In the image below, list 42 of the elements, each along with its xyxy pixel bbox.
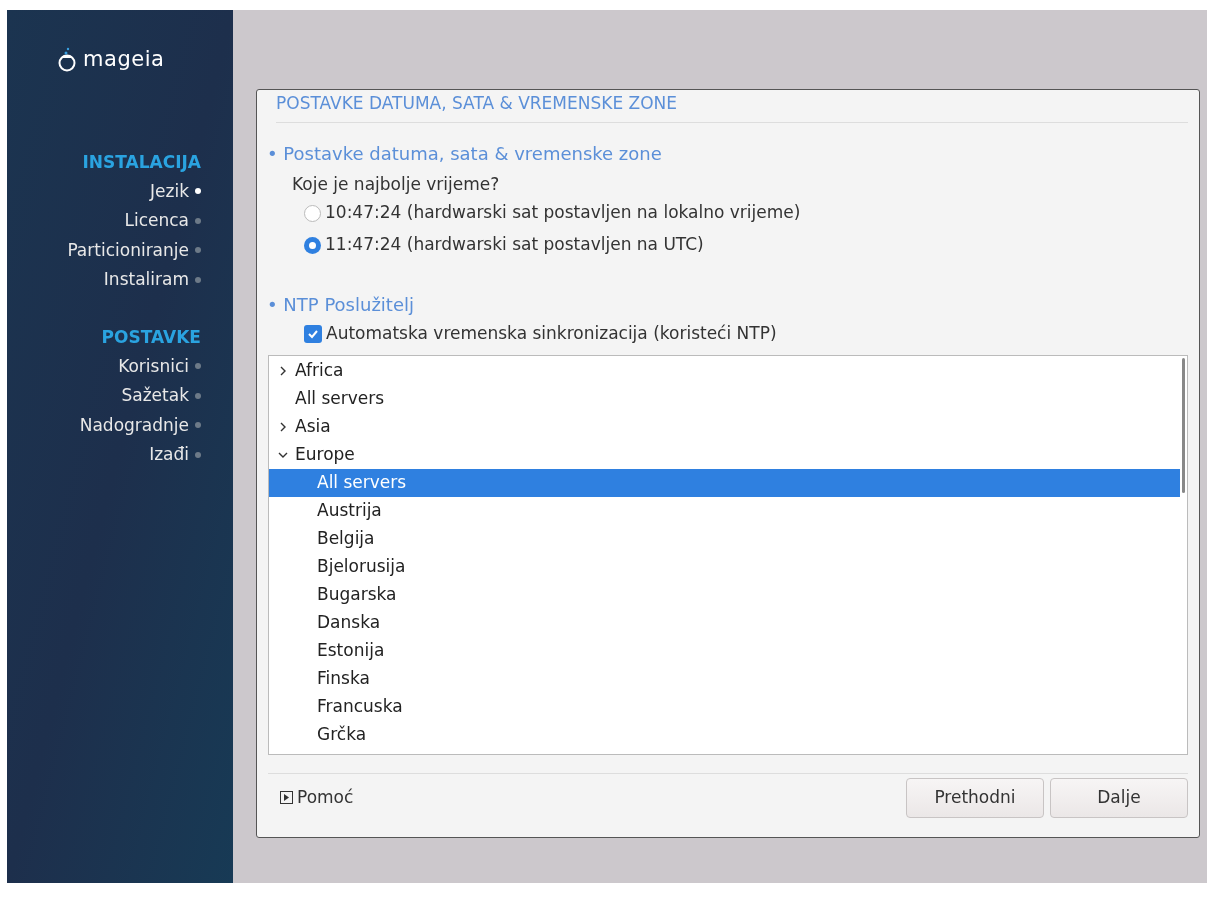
checkbox-option[interactable]: Automatska vremenska sinkronizacija (koristeći NTP) — [304, 318, 1188, 350]
sidebar-heading: INSTALACIJA — [82, 150, 201, 174]
tree-row[interactable]: Bugarska — [269, 581, 1180, 609]
radio-option[interactable]: 11:47:24 (hardwarski sat postavljen na UTC) — [304, 229, 1188, 261]
help-expander[interactable]: Pomoć — [280, 784, 354, 811]
sidebar-step: Jezik — [150, 178, 189, 204]
sidebar-step: Licenca — [124, 208, 189, 234]
radio-option[interactable]: 10:47:24 (hardwarski sat postavljen na lokalno vrijeme) — [304, 197, 1188, 229]
dialog-title: POSTAVKE DATUMA, SATA & VREMENSKE ZONE — [276, 91, 1188, 123]
scrollbar-thumb[interactable] — [1182, 358, 1185, 493]
tree-row[interactable]: Africa — [269, 357, 1180, 385]
tree-row[interactable]: Austrija — [269, 497, 1180, 525]
sidebar-step: Sažetak — [121, 383, 189, 409]
tree-row[interactable]: Belgija — [269, 525, 1180, 553]
checkbox[interactable] — [304, 325, 322, 343]
section-heading: • NTP Poslužitelj — [267, 293, 415, 317]
radio-button[interactable] — [304, 236, 321, 254]
tree-row[interactable]: Estonija — [269, 637, 1180, 665]
check-icon — [307, 328, 319, 340]
sidebar-step: Korisnici — [118, 353, 189, 379]
sidebar-step: Instaliram — [103, 267, 189, 293]
radio-button[interactable] — [304, 204, 321, 222]
tree-row[interactable]: Grčka — [269, 721, 1180, 749]
nav-button[interactable]: Dalje — [1050, 777, 1188, 818]
sidebar-heading: POSTAVKE — [101, 325, 201, 349]
tree-row[interactable]: Francuska — [269, 693, 1180, 721]
tree-row[interactable]: Bjelorusija — [269, 553, 1180, 581]
flask-logo-icon — [57, 46, 77, 73]
triangle-right-icon — [280, 791, 293, 804]
tree-row[interactable]: All servers — [269, 469, 1180, 497]
sidebar-step: Particioniranje — [67, 237, 189, 263]
tree-row[interactable]: Danska — [269, 609, 1180, 637]
tree-row[interactable]: Europe — [269, 441, 1180, 469]
tree-row[interactable]: Asia — [269, 413, 1180, 441]
logo-text: mageia — [83, 46, 165, 73]
sidebar-step: Izađi — [149, 442, 189, 468]
question-label: Koje je najbolje vrijeme? — [292, 172, 501, 196]
section-heading: • Postavke datuma, sata & vremenske zone — [267, 141, 663, 166]
tree-row[interactable]: Finska — [269, 665, 1180, 693]
nav-button[interactable]: Prethodni — [906, 777, 1044, 818]
tree-row[interactable]: All servers — [269, 385, 1180, 413]
sidebar-step: Nadogradnje — [79, 412, 189, 438]
